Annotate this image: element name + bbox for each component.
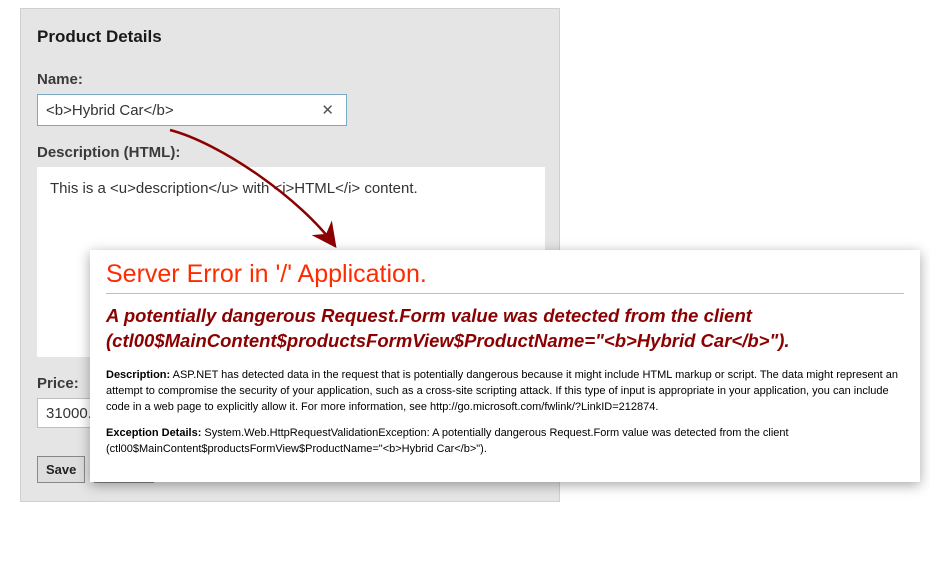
name-input-wrapper[interactable]: ✕ [37, 94, 347, 126]
name-input[interactable] [46, 102, 317, 119]
name-label: Name: [37, 71, 543, 88]
error-description: Description: ASP.NET has detected data i… [106, 368, 904, 416]
name-field-row: Name: ✕ [37, 71, 543, 126]
save-button[interactable]: Save [37, 456, 85, 483]
card-heading: Product Details [37, 27, 543, 47]
error-exception-details: Exception Details: System.Web.HttpReques… [106, 426, 904, 458]
description-label: Description (HTML): [37, 144, 543, 161]
clear-icon[interactable]: ✕ [317, 101, 338, 119]
error-subtitle: A potentially dangerous Request.Form val… [106, 304, 904, 354]
error-title: Server Error in '/' Application. [106, 260, 904, 289]
error-divider [106, 293, 904, 294]
server-error-popup: Server Error in '/' Application. A poten… [90, 250, 920, 482]
